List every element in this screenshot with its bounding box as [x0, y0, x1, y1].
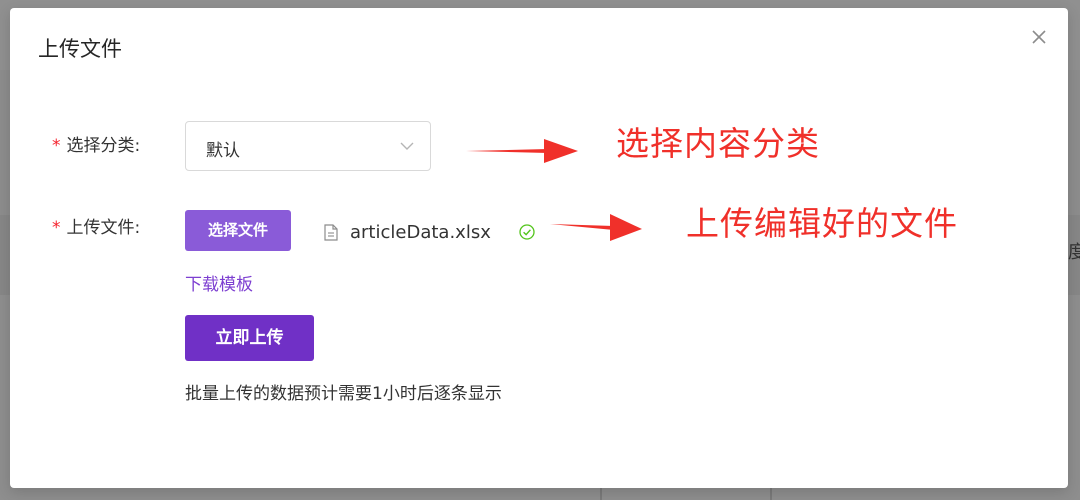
file-label: * 上传文件: [52, 218, 140, 238]
annotation-file-note: 上传编辑好的文件 [686, 204, 958, 243]
download-template-link[interactable]: 下载模板 [185, 270, 253, 295]
choose-file-button[interactable]: 选择文件 [185, 210, 291, 251]
check-circle-icon [519, 224, 535, 240]
required-mark: * [52, 136, 61, 156]
background-card [600, 486, 772, 500]
background-partial-text: 度 [1068, 242, 1080, 263]
upload-now-button[interactable]: 立即上传 [185, 315, 314, 361]
annotation-category-note: 选择内容分类 [616, 124, 820, 163]
chevron-down-icon [400, 142, 414, 150]
annotation-arrow-icon [550, 214, 642, 241]
file-label-text: 上传文件: [66, 218, 141, 238]
annotation-arrow-icon [466, 139, 578, 163]
category-label-text: 选择分类: [66, 136, 141, 156]
modal-title: 上传文件 [38, 37, 122, 61]
category-select[interactable]: 默认 [185, 121, 431, 171]
uploaded-file-name: articleData.xlsx [350, 221, 491, 243]
category-select-value: 默认 [206, 141, 240, 161]
required-mark: * [52, 218, 61, 238]
upload-hint: 批量上传的数据预计需要1小时后逐条显示 [185, 384, 502, 404]
close-icon[interactable] [1030, 28, 1048, 46]
file-icon [324, 223, 338, 241]
uploaded-file-item[interactable]: articleData.xlsx [324, 220, 535, 244]
category-label: * 选择分类: [52, 136, 140, 156]
upload-file-modal: 上传文件 * 选择分类: 默认 * 上传文件: 选择文件 articleData.x… [10, 8, 1068, 488]
